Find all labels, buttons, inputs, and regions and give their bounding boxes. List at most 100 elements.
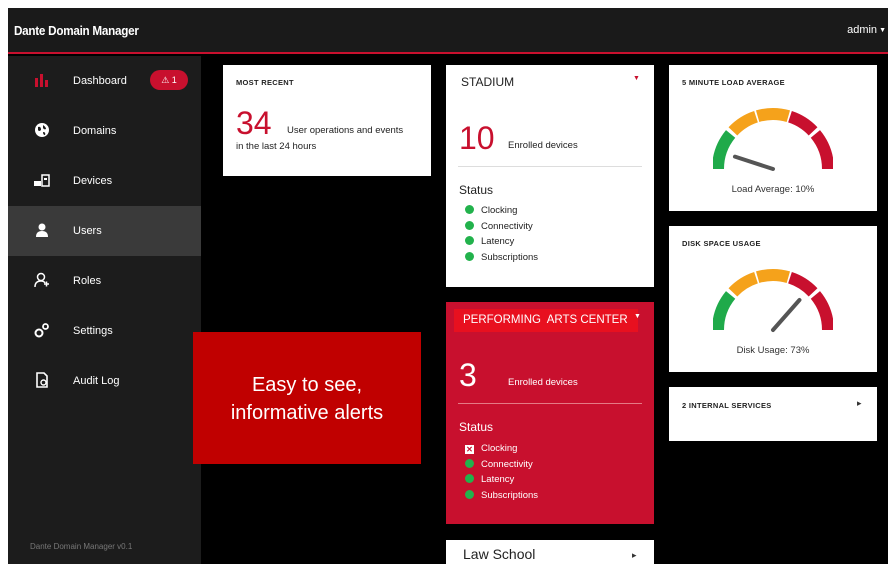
- chevron-down-icon[interactable]: ▼: [634, 313, 641, 320]
- list-item: Latency: [465, 236, 538, 252]
- roles-icon: [34, 272, 49, 288]
- gauge-segment: [755, 108, 791, 123]
- status-list: Clocking Connectivity Latency Subscripti…: [465, 205, 538, 267]
- status-ok-icon: [465, 251, 474, 261]
- sidebar-item-dashboard[interactable]: Dashboard ⚠ 1: [8, 56, 201, 106]
- alert-count: 1: [171, 75, 177, 85]
- gauge-segment: [787, 271, 818, 297]
- load-average-card[interactable]: 5 MINUTE LOAD AVERAGE Load Average: 10%: [669, 65, 877, 211]
- sidebar-item-label: Users: [73, 225, 102, 237]
- gauge-segment: [728, 271, 759, 297]
- status-label: Subscriptions: [481, 251, 539, 263]
- sidebar-item-domains[interactable]: Domains: [8, 106, 201, 156]
- gauge-arcs: [713, 269, 833, 331]
- list-item: ✕ Clocking: [465, 443, 538, 459]
- domain-name: STADIUM: [461, 75, 515, 89]
- top-bar: Dante Domain Manager admin ▼: [8, 8, 888, 54]
- list-item: Subscriptions: [465, 251, 539, 268]
- user-name: admin: [847, 24, 878, 36]
- sidebar-item-settings[interactable]: Settings: [8, 306, 201, 356]
- status-label: Clocking: [481, 205, 518, 216]
- chevron-down-icon[interactable]: ▼: [633, 75, 640, 82]
- list-item: Connectivity: [465, 220, 538, 237]
- chevron-down-icon: ▼: [879, 26, 886, 34]
- status-label: Clocking: [481, 443, 518, 454]
- sidebar-item-users[interactable]: Users: [8, 206, 201, 256]
- sidebar-item-devices[interactable]: Devices: [8, 156, 201, 206]
- event-count: 34: [236, 105, 272, 141]
- status-label: Latency: [481, 236, 515, 247]
- sidebar: Dashboard ⚠ 1 Domains Devices Users Role…: [8, 56, 201, 564]
- status-heading: Status: [459, 420, 494, 434]
- app-window: Dante Domain Manager admin ▼ Dashboard ⚠ …: [8, 8, 888, 564]
- devices-icon: [34, 174, 50, 187]
- gauge-arcs: [713, 108, 833, 170]
- card-title: 2 INTERNAL SERVICES: [682, 401, 772, 410]
- status-label: Latency: [481, 474, 515, 485]
- user-menu[interactable]: admin ▼: [847, 24, 886, 36]
- enrolled-label: Enrolled devices: [508, 377, 578, 388]
- card-title: MOST RECENT: [236, 78, 294, 87]
- load-gauge: [713, 108, 833, 171]
- status-label: Connectivity: [481, 220, 533, 232]
- chevron-right-icon[interactable]: ▸: [857, 398, 862, 409]
- enrolled-label: Enrolled devices: [508, 140, 578, 151]
- callout-line-2: informative alerts: [230, 402, 384, 424]
- divider: [458, 403, 642, 404]
- gauge-needle: [771, 297, 802, 332]
- app-version: Dante Domain Manager v0.1: [30, 542, 133, 551]
- list-item: Subscriptions: [465, 489, 538, 506]
- app-title: Dante Domain Manager: [14, 23, 139, 38]
- alert-count-badge[interactable]: ⚠ 1: [150, 70, 188, 90]
- status-heading: Status: [459, 183, 494, 197]
- gauge-segment: [713, 130, 736, 170]
- domain-card-law-school[interactable]: Law School ▸: [446, 540, 654, 564]
- divider: [458, 166, 642, 167]
- status-ok-icon: [465, 474, 474, 483]
- sidebar-item-roles[interactable]: Roles: [8, 256, 201, 306]
- callout-line-1: Easy to see,: [251, 374, 363, 396]
- list-item: Latency: [465, 474, 538, 490]
- internal-services-card[interactable]: 2 INTERNAL SERVICES ▸: [669, 387, 877, 441]
- gauge-segment: [713, 291, 736, 331]
- sidebar-item-label: Roles: [73, 275, 102, 287]
- gauge-segment: [810, 130, 833, 170]
- bar-chart-icon: [35, 74, 48, 87]
- status-error-icon: ✕: [465, 445, 474, 454]
- sidebar-item-label: Dashboard: [73, 75, 127, 87]
- domain-card-performing-arts-center[interactable]: PERFORMING ARTS CENTER ▼ 3 Enrolled devi…: [446, 302, 654, 524]
- gauge-segment: [728, 110, 759, 136]
- disk-space-card[interactable]: DISK SPACE USAGE Disk Usage: 73%: [669, 226, 877, 372]
- user-icon: [36, 223, 48, 237]
- status-label: Connectivity: [481, 458, 533, 470]
- domain-name: PERFORMING ARTS CENTER: [463, 314, 628, 326]
- domain-card-stadium[interactable]: STADIUM ▼ 10 Enrolled devices Status Clo…: [446, 65, 654, 287]
- gauge-needle: [732, 154, 775, 171]
- domain-name: Law School: [463, 546, 536, 562]
- gauge-segment: [787, 110, 818, 136]
- alert-callout: Easy to see, informative alerts: [193, 332, 421, 464]
- event-count-period: in the last 24 hours: [236, 141, 317, 152]
- most-recent-card[interactable]: MOST RECENT 34 User operations and event…: [223, 65, 431, 176]
- status-ok-icon: [465, 458, 474, 468]
- sidebar-item-label: Devices: [73, 175, 113, 187]
- gauge-segment: [810, 291, 833, 331]
- gauge-segment: [755, 269, 791, 284]
- sidebar-item-label: Audit Log: [73, 375, 120, 387]
- list-item: Connectivity: [465, 458, 538, 475]
- status-ok-icon: [465, 205, 474, 214]
- globe-icon: [35, 123, 49, 137]
- disk-gauge: [713, 269, 833, 332]
- status-ok-icon: [465, 236, 474, 245]
- list-item: Clocking: [465, 205, 538, 221]
- gauge-caption: Load Average: 10%: [731, 184, 815, 195]
- status-ok-icon: [465, 220, 474, 230]
- audit-log-icon: [36, 372, 48, 388]
- chevron-right-icon[interactable]: ▸: [632, 550, 637, 561]
- sidebar-item-audit-log[interactable]: Audit Log: [8, 356, 201, 406]
- enrolled-count: 3: [459, 357, 477, 393]
- sidebar-item-label: Settings: [73, 325, 113, 337]
- event-count-label: User operations and events: [287, 125, 404, 136]
- gears-icon: [34, 323, 49, 338]
- status-list: ✕ Clocking Connectivity Latency Subscript…: [465, 443, 538, 505]
